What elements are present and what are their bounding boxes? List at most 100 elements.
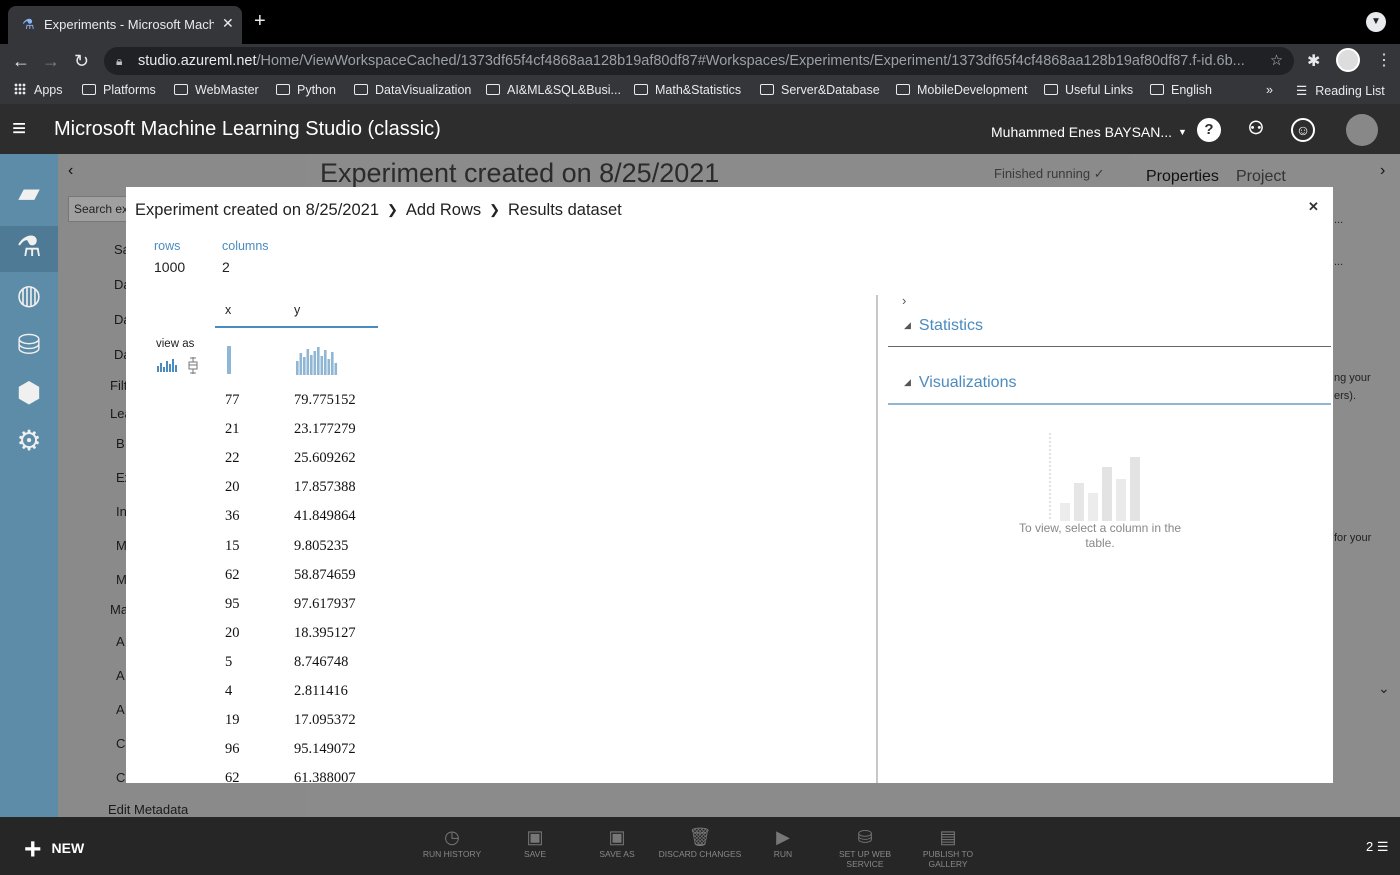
bookmark-folder[interactable]: Server&Database: [760, 83, 880, 97]
tab-search-icon[interactable]: ▼: [1366, 12, 1386, 32]
palette-item[interactable]: Filt: [110, 378, 127, 393]
bookmark-folder[interactable]: DataVisualization: [354, 83, 471, 97]
reload-icon[interactable]: ↻: [74, 51, 89, 72]
reading-list-button[interactable]: ☰ Reading List: [1296, 83, 1385, 98]
close-tab-icon[interactable]: ✕: [222, 15, 234, 32]
histogram-view-icon[interactable]: [156, 358, 178, 372]
column-header-x[interactable]: x: [225, 303, 231, 317]
smiley-feedback-icon[interactable]: ☺: [1291, 118, 1315, 142]
address-bar[interactable]: 🔒︎ studio.azureml.net/Home/ViewWorkspace…: [104, 47, 1294, 75]
breadcrumb-experiment: Experiment created on 8/25/2021: [135, 201, 379, 219]
table-row[interactable]: 4 2.811416: [215, 676, 455, 705]
forward-icon[interactable]: →: [42, 51, 60, 72]
bookmark-folder[interactable]: Python: [276, 83, 336, 97]
palette-item[interactable]: A: [116, 668, 125, 683]
palette-item-edit-metadata[interactable]: Edit Metadata: [108, 802, 188, 817]
bookmark-folder[interactable]: Platforms: [82, 83, 156, 97]
palette-item[interactable]: C: [116, 736, 125, 751]
run-history-button[interactable]: ◷ RUN HISTORY: [422, 825, 482, 859]
community-icon[interactable]: ⚇: [1244, 118, 1268, 142]
avatar[interactable]: [1346, 114, 1378, 146]
browser-toolbar: ← → ↻ 🔒︎ studio.azureml.net/Home/ViewWor…: [0, 44, 1400, 78]
table-row[interactable]: 15 9.805235: [215, 531, 455, 560]
set-up-web-service-button[interactable]: ⛁ SET UP WEB SERVICE: [836, 825, 894, 869]
statistics-section-header[interactable]: ◢ Statistics: [904, 317, 983, 335]
notifications-count[interactable]: 2 ☰: [1366, 839, 1389, 855]
folder-icon: [486, 84, 500, 95]
bookmark-folder[interactable]: Useful Links: [1044, 83, 1133, 97]
cell-x: 36: [225, 508, 240, 525]
boxplot-view-icon[interactable]: [188, 357, 198, 374]
apps-grid-icon: [14, 83, 26, 95]
table-row[interactable]: 96 95.149072: [215, 734, 455, 763]
save-as-button[interactable]: ▣ SAVE AS: [594, 825, 640, 859]
column-y-histogram[interactable]: [296, 345, 338, 375]
table-row[interactable]: 95 97.617937: [215, 589, 455, 618]
table-row[interactable]: 20 17.857388: [215, 472, 455, 501]
experiments-flask-icon[interactable]: ⚗: [9, 228, 49, 266]
new-button[interactable]: + NEW: [24, 833, 84, 867]
chevron-right-icon[interactable]: ›: [902, 293, 906, 308]
back-icon[interactable]: ←: [12, 51, 30, 72]
table-row[interactable]: 21 23.177279: [215, 414, 455, 443]
columns-count: 2: [222, 259, 230, 275]
trained-models-cube-icon[interactable]: ⬢: [9, 374, 49, 412]
column-header-y[interactable]: y: [294, 303, 300, 317]
new-tab-button[interactable]: +: [254, 10, 266, 33]
help-icon[interactable]: ?: [1197, 118, 1221, 142]
bookmark-folder[interactable]: WebMaster: [174, 83, 259, 97]
bookmark-folder[interactable]: AI&ML&SQL&Busi...: [486, 83, 621, 97]
reading-list-icon: ☰: [1296, 84, 1308, 98]
discard-changes-button[interactable]: 🗑︎ DISCARD CHANGES: [658, 825, 742, 859]
bookmark-folder[interactable]: Math&Statistics: [634, 83, 741, 97]
table-row[interactable]: 62 58.874659: [215, 560, 455, 589]
tab-properties[interactable]: Properties: [1146, 168, 1219, 186]
table-row[interactable]: 19 17.095372: [215, 705, 455, 734]
table-row[interactable]: 5 8.746748: [215, 647, 455, 676]
table-row[interactable]: 77 79.775152: [215, 385, 455, 414]
publish-to-gallery-button[interactable]: ▤ PUBLISH TO GALLERY: [918, 825, 978, 869]
browser-tab[interactable]: ⚗ Experiments - Microsoft Machi ✕: [8, 6, 242, 44]
hamburger-menu-icon[interactable]: ≡: [12, 117, 26, 141]
extensions-icon[interactable]: ✱: [1307, 51, 1320, 71]
histogram-bar: [324, 350, 327, 375]
close-icon[interactable]: ✕: [1308, 199, 1319, 215]
cell-x: 19: [225, 712, 240, 729]
bookmarks-overflow-button[interactable]: »: [1266, 83, 1273, 97]
bookmark-apps[interactable]: Apps: [14, 83, 63, 97]
user-menu[interactable]: Muhammed Enes BAYSAN... ▼: [991, 124, 1187, 140]
projects-icon[interactable]: ▰: [9, 174, 49, 212]
palette-item[interactable]: A: [116, 634, 125, 649]
histogram-bar: [306, 349, 310, 375]
palette-item[interactable]: B: [116, 436, 125, 451]
bookmark-star-icon[interactable]: ☆: [1270, 47, 1283, 75]
run-button[interactable]: ▶ RUN: [768, 825, 798, 859]
trash-icon: 🗑︎: [688, 827, 712, 847]
palette-item[interactable]: C: [116, 770, 125, 785]
panel-text: for your: [1334, 532, 1372, 544]
bookmark-folder[interactable]: MobileDevelopment: [896, 83, 1027, 97]
table-row[interactable]: 62 61.388007: [215, 763, 455, 783]
table-row[interactable]: 22 25.609262: [215, 443, 455, 472]
datasets-icon[interactable]: ⛁: [9, 326, 49, 364]
palette-item[interactable]: A: [116, 702, 125, 717]
panel-divider[interactable]: [876, 295, 878, 783]
settings-gear-icon[interactable]: ⚙: [9, 422, 49, 460]
expand-panel-icon[interactable]: ›: [1380, 162, 1385, 180]
bookmark-folder[interactable]: English: [1150, 83, 1212, 97]
visualizations-section-header[interactable]: ◢ Visualizations: [904, 374, 1016, 392]
table-row[interactable]: 36 41.849864: [215, 501, 455, 530]
profile-avatar[interactable]: [1336, 48, 1360, 72]
column-x-histogram[interactable]: [227, 346, 231, 374]
cell-x: 5: [225, 653, 233, 670]
browser-menu-icon[interactable]: ⋮: [1376, 50, 1392, 70]
breadcrumb-module: Add Rows: [405, 201, 482, 219]
cell-y: 97.617937: [294, 595, 356, 612]
chevron-down-icon[interactable]: ⌄: [1378, 680, 1390, 697]
tab-project[interactable]: Project: [1236, 168, 1286, 186]
header-underline: [215, 326, 378, 328]
web-services-globe-icon[interactable]: ◍: [9, 276, 49, 314]
collapse-palette-icon[interactable]: ‹: [68, 162, 73, 180]
table-row[interactable]: 20 18.395127: [215, 618, 455, 647]
save-button[interactable]: ▣ SAVE: [515, 825, 555, 859]
